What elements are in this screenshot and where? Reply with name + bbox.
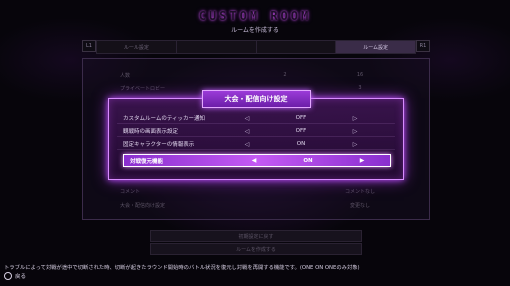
modal-title: 大会・配信向け設定 bbox=[201, 90, 311, 108]
tab-3[interactable] bbox=[257, 41, 337, 53]
reset-defaults-button[interactable]: 初期設定に戻す bbox=[150, 230, 362, 242]
bg-row-label: 大会・配信向け設定 bbox=[120, 203, 166, 209]
circle-button-icon bbox=[4, 272, 12, 280]
back-label: 戻る bbox=[15, 274, 27, 280]
help-description: トラブルによって対戦が途中で切断された時、切断が起きたラウンド開始時のバトル状況… bbox=[4, 265, 360, 271]
setting-label: カスタムルームのティッカー通知 bbox=[123, 116, 206, 122]
setting-label: 固定キャラクターの情報表示 bbox=[123, 142, 195, 148]
tab-2[interactable] bbox=[177, 41, 257, 53]
setting-value: ON bbox=[296, 141, 306, 147]
bg-row-value2: コメントなし bbox=[344, 189, 375, 195]
arrow-right-icon[interactable]: ▷ bbox=[351, 141, 359, 148]
arrow-left-icon[interactable]: ◁ bbox=[243, 115, 251, 122]
back-button[interactable]: 戻る bbox=[4, 272, 26, 280]
arrow-right-icon[interactable]: ▶ bbox=[358, 157, 366, 164]
bg-row-tournament: 大会・配信向け設定 変更なし bbox=[120, 202, 390, 209]
setting-value: OFF bbox=[295, 128, 307, 134]
page-title: CUSTOM ROOM bbox=[198, 9, 312, 23]
setting-value: ON bbox=[303, 157, 313, 164]
bg-row-comment: コメント コメントなし bbox=[120, 188, 390, 195]
arrow-right-icon[interactable]: ▷ bbox=[351, 115, 359, 122]
tab-rule-settings[interactable]: ルール設定 bbox=[97, 41, 177, 53]
right-bumper-button[interactable]: R1 bbox=[416, 40, 430, 52]
left-bumper-button[interactable]: L1 bbox=[82, 40, 96, 52]
bg-row-label: コメント bbox=[120, 189, 141, 195]
bg-row-value: 2 bbox=[283, 72, 287, 78]
setting-value: OFF bbox=[295, 115, 307, 121]
setting-label: 観戦時の画面表示設定 bbox=[123, 129, 179, 135]
setting-row-ticker[interactable]: カスタムルームのティッカー通知 ◁ OFF ▷ bbox=[117, 113, 395, 124]
tab-room-settings[interactable]: ルーム設定 bbox=[336, 41, 415, 53]
create-room-button[interactable]: ルームを作成する bbox=[150, 243, 362, 255]
arrow-left-icon[interactable]: ◁ bbox=[243, 141, 251, 148]
bg-row-value bbox=[255, 188, 315, 195]
bg-row-value bbox=[255, 202, 315, 209]
setting-row-spectator-display[interactable]: 観戦時の画面表示設定 ◁ OFF ▷ bbox=[117, 126, 395, 137]
setting-row-fixed-character-info[interactable]: 固定キャラクターの情報表示 ◁ ON ▷ bbox=[117, 139, 395, 150]
bg-row-label: 人数 bbox=[120, 73, 131, 79]
setting-row-match-restore[interactable]: 対戦復元機能 ◀ ON ▶ bbox=[123, 154, 391, 167]
bg-row-players: 人数 2 16 bbox=[120, 72, 390, 79]
tab-bar: ルール設定 ルーム設定 bbox=[96, 40, 416, 54]
tournament-settings-modal: 大会・配信向け設定 カスタムルームのティッカー通知 ◁ OFF ▷ 観戦時の画面… bbox=[108, 90, 404, 180]
bg-row-value2: 変更なし bbox=[349, 203, 370, 209]
modal-header: 大会・配信向け設定 bbox=[109, 87, 403, 111]
arrow-left-icon[interactable]: ◀ bbox=[250, 157, 258, 164]
arrow-right-icon[interactable]: ▷ bbox=[351, 128, 359, 135]
setting-label: 対戦復元機能 bbox=[130, 158, 164, 165]
bg-row-value2: 16 bbox=[356, 72, 364, 78]
page-subtitle: ルームを作成する bbox=[231, 27, 279, 34]
arrow-left-icon[interactable]: ◁ bbox=[243, 128, 251, 135]
